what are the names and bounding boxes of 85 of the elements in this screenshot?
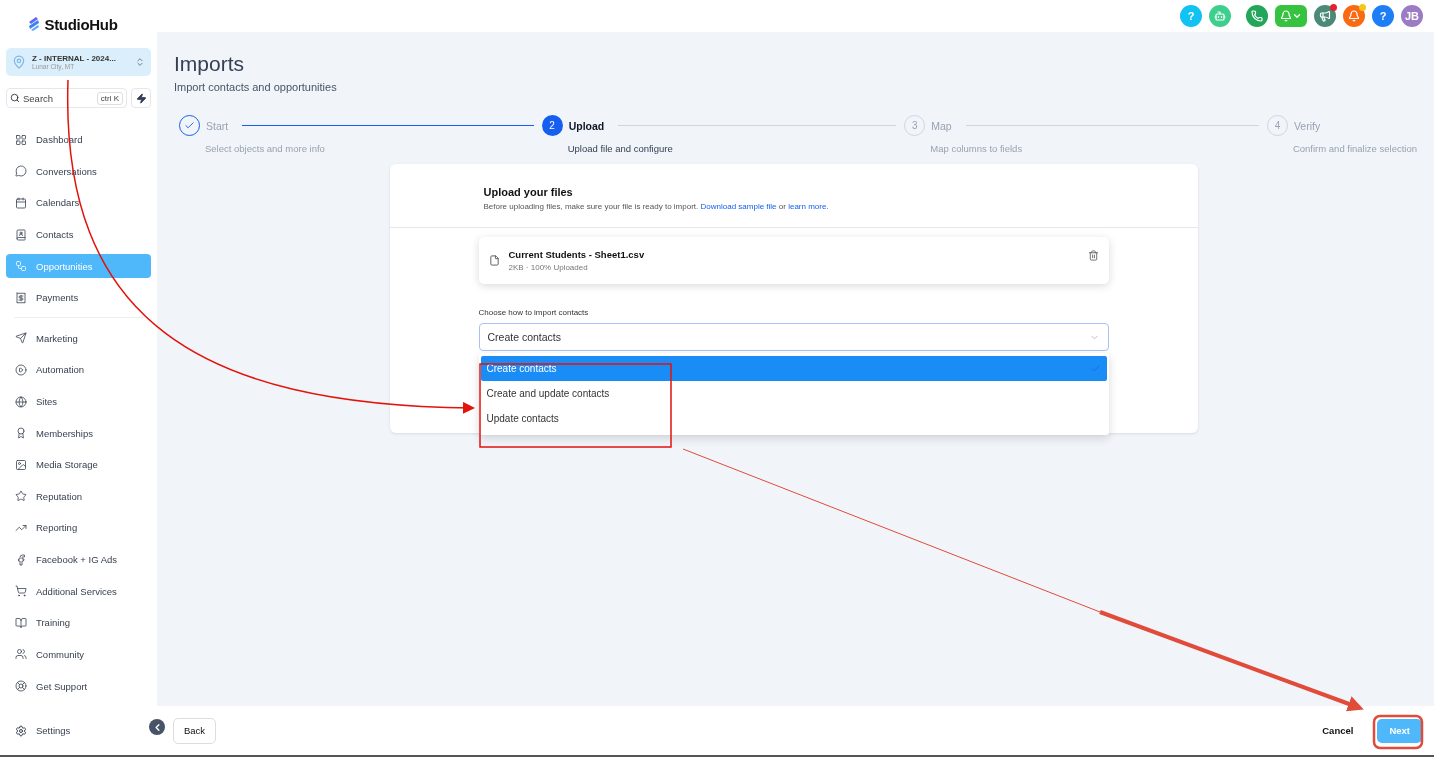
- cart-icon: [15, 585, 27, 598]
- field-label: Choose how to import contacts: [478, 308, 590, 317]
- shortcut-key: ctrl K: [96, 91, 123, 105]
- dropdown-option[interactable]: Update contacts: [480, 406, 1107, 431]
- lifebuoy-icon: [15, 680, 27, 693]
- step-subtitle: Map columns to fields: [930, 143, 1024, 154]
- sidebar-item[interactable]: Memberships: [6, 421, 151, 445]
- step-subtitle: Upload file and configure: [567, 143, 674, 154]
- calendar-icon: [15, 196, 27, 209]
- trend-icon: [15, 522, 27, 534]
- contact-book-icon: [15, 228, 27, 241]
- sidebar-item[interactable]: Facebook + IG Ads: [6, 547, 151, 572]
- file-meta: 2KB · 100% Uploaded: [508, 263, 589, 272]
- step-title: Start: [206, 119, 229, 132]
- settings-icon: [15, 724, 27, 737]
- check-icon: [184, 120, 195, 131]
- phone-icon: [1251, 10, 1263, 22]
- sidebar-item[interactable]: Media Storage: [6, 453, 151, 477]
- check-icon: [1089, 363, 1101, 374]
- quick-action-button[interactable]: [131, 88, 151, 108]
- step-marker: 2: [541, 115, 563, 136]
- caret-icon: [1292, 11, 1302, 21]
- import-mode-select[interactable]: Create contacts: [478, 323, 1109, 351]
- paper-plane-icon: [15, 332, 27, 345]
- sidebar-item[interactable]: Calendars: [6, 191, 151, 215]
- sidebar-item[interactable]: Community: [6, 642, 151, 667]
- chevron-icon: [135, 57, 145, 67]
- page-subtitle: Import contacts and opportunities: [174, 81, 338, 93]
- search-icon: [10, 93, 20, 103]
- step-subtitle: Select objects and more info: [205, 143, 326, 154]
- settings-item[interactable]: Settings: [6, 706, 151, 755]
- sidebar-item[interactable]: Payments: [6, 286, 151, 310]
- notification-button[interactable]: [1343, 5, 1365, 27]
- delete-icon[interactable]: [1087, 250, 1099, 261]
- file-name: Current Students - Sheet1.csv: [508, 249, 646, 260]
- upload-instructions: Before uploading files, make sure your file is ready to import. Download sample file or learn more.: [483, 202, 830, 211]
- sidebar-item[interactable]: Training: [6, 611, 151, 635]
- robot-icon: [1214, 10, 1226, 22]
- collapse-button[interactable]: [149, 719, 165, 735]
- page-title: Imports: [174, 52, 245, 76]
- file-icon: [488, 255, 500, 266]
- people-icon: [15, 648, 27, 661]
- back-button[interactable]: Back: [173, 717, 217, 744]
- dropdown-option[interactable]: Create and update contacts: [480, 381, 1107, 406]
- location-icon: [12, 55, 26, 69]
- megaphone-button[interactable]: [1314, 5, 1336, 27]
- megaphone-icon: [1319, 10, 1331, 22]
- bell-menu-button[interactable]: [1275, 5, 1307, 27]
- learn-more-link[interactable]: learn more.: [788, 202, 829, 211]
- logo-icon: [27, 16, 42, 32]
- step-subtitle: Confirm and finalize selection: [1292, 143, 1417, 154]
- sidebar-item[interactable]: Additional Services: [6, 579, 151, 603]
- sidebar-item[interactable]: Reporting: [6, 516, 151, 540]
- image-icon: [15, 458, 27, 471]
- nodes-icon: [15, 260, 27, 273]
- sidebar-item[interactable]: Get Support: [6, 674, 151, 698]
- card-title: Upload your files: [483, 186, 574, 198]
- sidebar-item[interactable]: Reputation: [6, 484, 151, 509]
- workspace-name: Z - INTERNAL - 2024...: [32, 54, 117, 63]
- step-title: Verify: [1293, 119, 1321, 132]
- sample-file-link[interactable]: Download sample file: [700, 202, 777, 211]
- grid-icon: [15, 133, 27, 146]
- highlight-frame: [1372, 714, 1424, 750]
- globe-icon: [15, 395, 27, 408]
- step-title: Map: [931, 119, 952, 132]
- help-button[interactable]: ?: [1372, 5, 1394, 27]
- phone-button[interactable]: [1246, 5, 1268, 27]
- receipt-icon: [15, 291, 27, 304]
- ribbon-icon: [15, 427, 27, 440]
- sidebar-item[interactable]: Sites: [6, 389, 151, 414]
- facebook-icon: [15, 553, 27, 566]
- notification-icon: [1348, 10, 1360, 22]
- sidebar-item[interactable]: Automation: [6, 358, 151, 382]
- cancel-button[interactable]: Cancel: [1312, 717, 1364, 744]
- book-icon: [15, 616, 27, 629]
- lightning-icon: [135, 92, 147, 104]
- star-icon: [15, 490, 27, 503]
- play-circle-icon: [15, 363, 27, 376]
- bell-menu-icon: [1280, 10, 1292, 22]
- sidebar-item[interactable]: Contacts: [6, 222, 151, 247]
- search-field[interactable]: Search ctrl K: [6, 88, 127, 108]
- brand-name: StudioHub: [44, 15, 118, 33]
- sidebar-item[interactable]: Marketing: [6, 326, 151, 351]
- chat-icon: [15, 165, 27, 178]
- step-title: Upload: [568, 119, 605, 132]
